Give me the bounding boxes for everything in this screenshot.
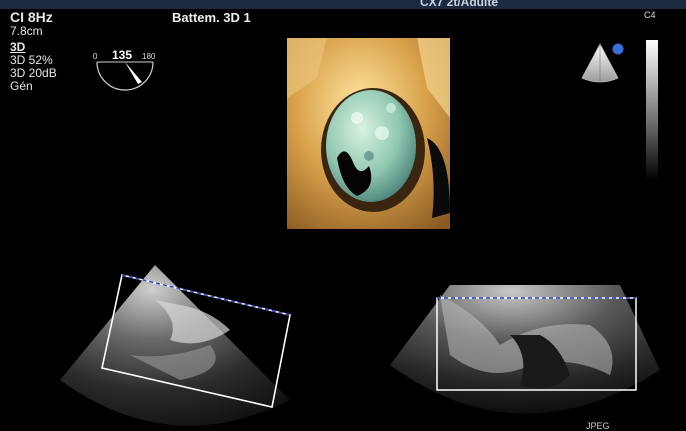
probe-orientation-icon [581, 43, 624, 83]
grayscale-bar [646, 40, 658, 180]
echo-pane-right [390, 285, 660, 414]
view-title: Battem. 3D 1 [172, 10, 251, 25]
multiplane-angle-indicator: 0 135 180 [90, 46, 160, 102]
param-depth: 7.8cm [10, 24, 43, 38]
echo-pane-left [60, 265, 291, 426]
param-frame-rate: CI 8Hz [10, 9, 53, 25]
angle-dial [96, 61, 154, 91]
probe-label: C4 [644, 10, 656, 20]
param-preset: Gén [10, 79, 33, 93]
acquisition-parameters: CI 8Hz 7.8cm 3D 3D 52% 3D 20dB Gén [10, 10, 57, 93]
3d-render-view [287, 38, 450, 229]
top-status-bar: CX7 2t/Adulte [0, 0, 686, 9]
probe-preset-banner: CX7 2t/Adulte [420, 0, 499, 9]
